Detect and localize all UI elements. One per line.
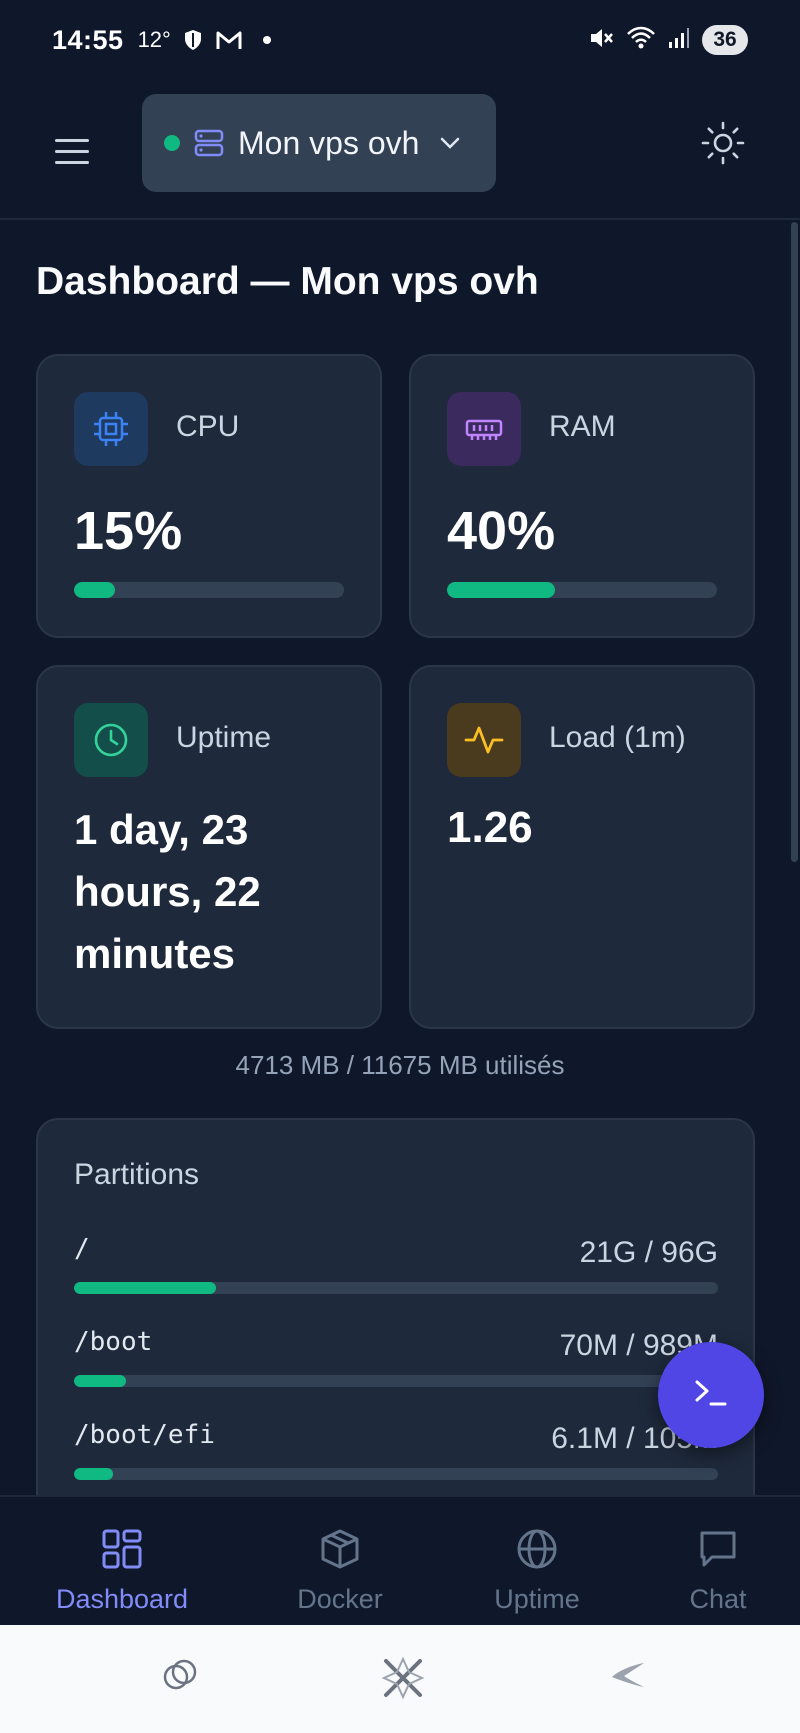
partition-progress-fill <box>74 1282 216 1294</box>
partition-size: 21G / 96G <box>579 1236 718 1269</box>
server-status-dot <box>164 135 180 151</box>
docker-box-icon <box>318 1527 362 1576</box>
globe-icon <box>515 1527 559 1576</box>
recent-apps-icon[interactable] <box>160 1655 200 1695</box>
battery-level: 36 <box>702 25 748 55</box>
cpu-value: 15% <box>74 501 183 561</box>
nav-item-uptime[interactable]: Uptime <box>480 1527 594 1615</box>
uptime-label: Uptime <box>176 721 272 754</box>
partition-progress-bar <box>74 1468 718 1480</box>
server-name: Mon vps ovh <box>238 124 420 161</box>
gmail-icon <box>215 29 243 51</box>
partition-name: /boot <box>74 1327 153 1357</box>
ram-label: RAM <box>549 410 616 443</box>
nav-label-docker: Docker <box>297 1584 383 1614</box>
bottom-navigation: Dashboard Docker Uptime Chat <box>0 1495 800 1625</box>
mute-icon <box>588 26 614 55</box>
server-icon <box>194 128 224 158</box>
partition-progress-fill <box>74 1468 113 1480</box>
scrollbar[interactable] <box>791 222 798 862</box>
ram-value: 40% <box>447 501 556 561</box>
theme-toggle-button[interactable] <box>700 120 746 171</box>
status-bar: 14:55 12° 36 <box>0 0 800 80</box>
hamburger-line <box>55 149 89 153</box>
cpu-progress-fill <box>74 582 115 598</box>
page-title: Dashboard — Mon vps ovh <box>36 260 539 303</box>
partition-progress-fill <box>74 1375 126 1387</box>
menu-button[interactable] <box>55 125 97 177</box>
chevron-down-icon <box>439 136 461 150</box>
sun-icon <box>700 120 746 171</box>
home-icon[interactable] <box>380 1655 426 1701</box>
load-card: Load (1m) 1.26 <box>409 665 755 1029</box>
clock-icon <box>74 703 148 777</box>
hamburger-line <box>55 160 89 164</box>
nav-label-dashboard: Dashboard <box>55 1584 189 1614</box>
back-icon[interactable] <box>608 1655 648 1695</box>
system-navigation-bar <box>0 1625 800 1733</box>
partition-progress-bar <box>74 1375 718 1387</box>
partition-name: /boot/efi <box>74 1420 215 1450</box>
partitions-card: Partitions / 21G / 96G /boot 70M / 989M … <box>36 1118 755 1495</box>
nav-item-chat[interactable]: Chat <box>672 1527 764 1615</box>
ram-progress-bar <box>447 582 717 598</box>
memory-icon <box>447 392 521 466</box>
chat-icon <box>696 1527 740 1576</box>
nav-item-docker[interactable]: Docker <box>280 1527 400 1615</box>
load-label: Load (1m) <box>549 721 686 754</box>
cpu-chip-icon <box>74 392 148 466</box>
ram-progress-fill <box>447 582 555 598</box>
shield-icon <box>183 29 203 51</box>
nav-label-uptime: Uptime <box>494 1584 580 1614</box>
status-time: 14:55 <box>52 24 124 55</box>
status-temperature: 12° <box>137 27 171 52</box>
nav-label-chat: Chat <box>689 1584 747 1614</box>
load-value: 1.26 <box>447 803 533 852</box>
cpu-progress-bar <box>74 582 344 598</box>
partition-progress-bar <box>74 1282 718 1294</box>
signal-icon <box>668 27 690 54</box>
wifi-icon <box>626 26 656 55</box>
server-selector[interactable]: Mon vps ovh <box>142 94 496 192</box>
dashboard-icon <box>100 1527 144 1576</box>
cpu-label: CPU <box>176 410 240 443</box>
partitions-title: Partitions <box>74 1158 200 1191</box>
cpu-card: CPU 15% <box>36 354 382 638</box>
nav-item-dashboard[interactable]: Dashboard <box>52 1527 192 1615</box>
ram-card: RAM 40% <box>409 354 755 638</box>
terminal-fab-button[interactable] <box>658 1342 764 1448</box>
activity-icon <box>447 703 521 777</box>
hamburger-line <box>55 138 89 142</box>
dashboard-content[interactable]: Dashboard — Mon vps ovh CPU 15% RAM 40% … <box>0 220 800 1495</box>
notification-dot-icon <box>262 36 271 44</box>
uptime-card: Uptime 1 day, 23 hours, 22 minutes <box>36 665 382 1029</box>
terminal-icon <box>691 1376 731 1415</box>
uptime-value: 1 day, 23 hours, 22 minutes <box>74 806 261 977</box>
app-header: Mon vps ovh <box>0 80 800 220</box>
partition-name: / <box>74 1234 90 1264</box>
ram-usage-note: 4713 MB / 11675 MB utilisés <box>235 1050 565 1080</box>
